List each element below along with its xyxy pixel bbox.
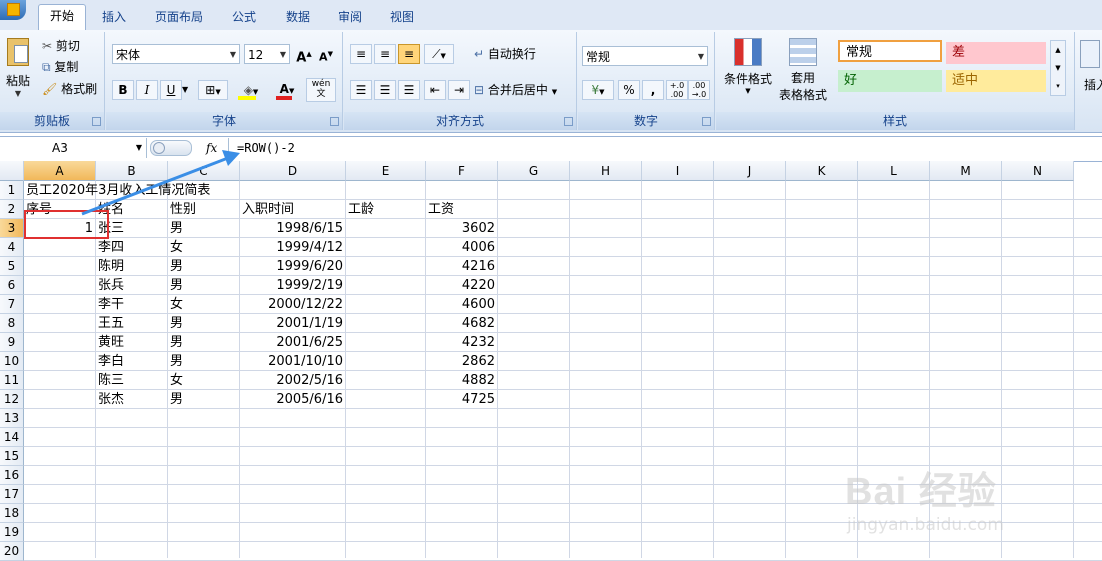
arrow-line: [81, 156, 229, 216]
annotation-arrow: [81, 150, 240, 216]
